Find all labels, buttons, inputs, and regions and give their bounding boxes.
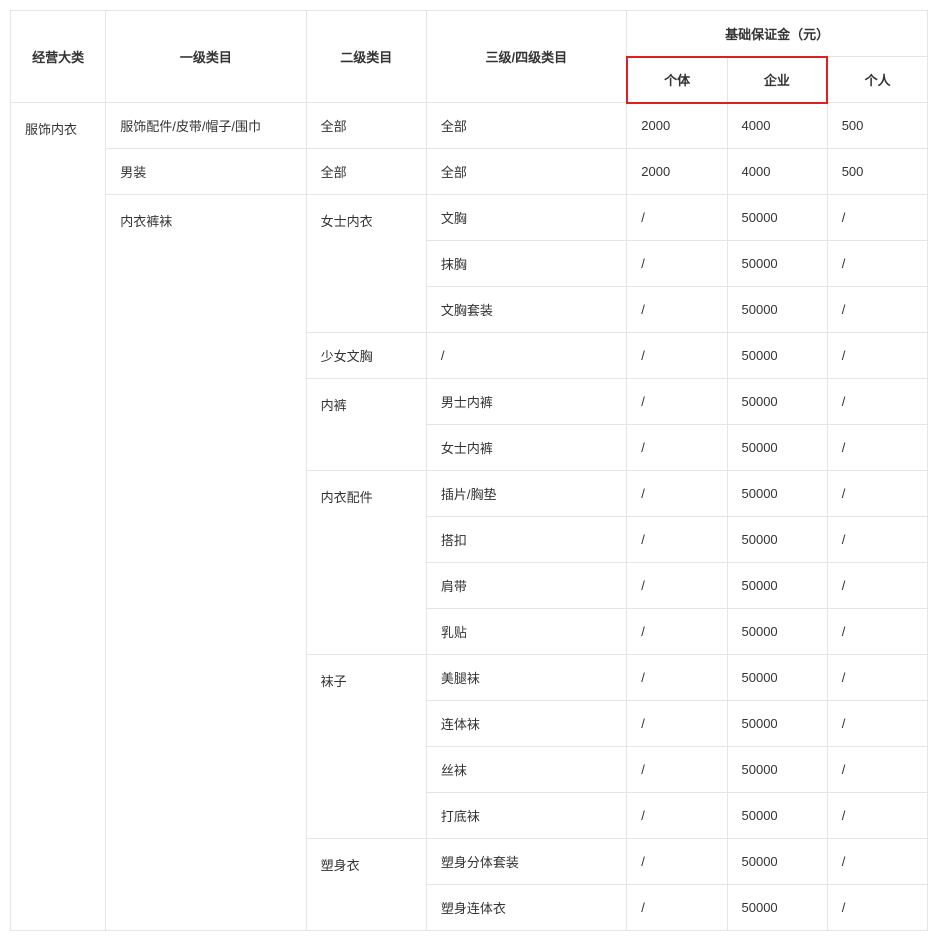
cell-p3: / xyxy=(827,333,927,379)
cell-p3: / xyxy=(827,379,927,425)
cell-third: 文胸 xyxy=(426,195,626,241)
cell-p2: 50000 xyxy=(727,839,827,885)
cell-third: 搭扣 xyxy=(426,517,626,563)
cell-p3: 500 xyxy=(827,149,927,195)
header-primary: 一级类目 xyxy=(106,11,306,103)
cell-p1: / xyxy=(627,839,727,885)
cell-p3: / xyxy=(827,517,927,563)
cell-p1: / xyxy=(627,885,727,931)
cell-primary: 服饰配件/皮带/帽子/围巾 xyxy=(106,103,306,149)
cell-p1: / xyxy=(627,195,727,241)
header-sub-enterprise: 企业 xyxy=(727,57,827,103)
cell-p3: / xyxy=(827,195,927,241)
header-deposit-group: 基础保证金（元） xyxy=(627,11,928,57)
cell-p3: / xyxy=(827,425,927,471)
cell-second: 全部 xyxy=(306,149,426,195)
cell-p1: 2000 xyxy=(627,103,727,149)
cell-third: 文胸套装 xyxy=(426,287,626,333)
cell-p3: / xyxy=(827,747,927,793)
cell-p2: 4000 xyxy=(727,103,827,149)
cell-third: 连体袜 xyxy=(426,701,626,747)
cell-third: 丝袜 xyxy=(426,747,626,793)
cell-p2: 50000 xyxy=(727,563,827,609)
cell-second: 女士内衣 xyxy=(306,195,426,333)
cell-primary: 男装 xyxy=(106,149,306,195)
cell-p2: 50000 xyxy=(727,655,827,701)
cell-p3: / xyxy=(827,241,927,287)
deposit-table: 经营大类 一级类目 二级类目 三级/四级类目 基础保证金（元） 个体 企业 个人… xyxy=(10,10,928,931)
cell-p2: 50000 xyxy=(727,747,827,793)
cell-p2: 50000 xyxy=(727,885,827,931)
cell-p1: / xyxy=(627,747,727,793)
table-row: 服饰内衣服饰配件/皮带/帽子/围巾全部全部20004000500 xyxy=(11,103,928,149)
cell-p1: / xyxy=(627,793,727,839)
cell-second: 内衣配件 xyxy=(306,471,426,655)
cell-second: 袜子 xyxy=(306,655,426,839)
cell-p2: 50000 xyxy=(727,471,827,517)
header-third: 三级/四级类目 xyxy=(426,11,626,103)
cell-p3: / xyxy=(827,563,927,609)
cell-p3: / xyxy=(827,287,927,333)
cell-third: 打底袜 xyxy=(426,793,626,839)
table-row: 内衣裤袜女士内衣文胸/50000/ xyxy=(11,195,928,241)
table-row: 男装全部全部20004000500 xyxy=(11,149,928,195)
cell-p3: / xyxy=(827,609,927,655)
cell-p3: / xyxy=(827,793,927,839)
cell-p1: / xyxy=(627,379,727,425)
cell-p1: / xyxy=(627,701,727,747)
cell-third: 插片/胸垫 xyxy=(426,471,626,517)
cell-p2: 50000 xyxy=(727,379,827,425)
cell-p1: / xyxy=(627,241,727,287)
cell-p1: / xyxy=(627,609,727,655)
header-row-1: 经营大类 一级类目 二级类目 三级/四级类目 基础保证金（元） xyxy=(11,11,928,57)
cell-second: 内裤 xyxy=(306,379,426,471)
cell-p2: 50000 xyxy=(727,609,827,655)
cell-third: 乳贴 xyxy=(426,609,626,655)
cell-third: 全部 xyxy=(426,149,626,195)
cell-p2: 50000 xyxy=(727,701,827,747)
cell-third: 男士内裤 xyxy=(426,379,626,425)
cell-p2: 50000 xyxy=(727,793,827,839)
cell-p2: 50000 xyxy=(727,333,827,379)
cell-p1: / xyxy=(627,563,727,609)
cell-p3: / xyxy=(827,655,927,701)
cell-p3: / xyxy=(827,471,927,517)
cell-p2: 50000 xyxy=(727,425,827,471)
cell-p1: / xyxy=(627,425,727,471)
cell-p1: 2000 xyxy=(627,149,727,195)
cell-p1: / xyxy=(627,333,727,379)
cell-p2: 50000 xyxy=(727,517,827,563)
table-body: 服饰内衣服饰配件/皮带/帽子/围巾全部全部20004000500男装全部全部20… xyxy=(11,103,928,931)
cell-p3: / xyxy=(827,839,927,885)
cell-p1: / xyxy=(627,517,727,563)
cell-third: 塑身分体套装 xyxy=(426,839,626,885)
cell-third: 全部 xyxy=(426,103,626,149)
header-sub-individual-biz: 个体 xyxy=(627,57,727,103)
cell-p3: / xyxy=(827,885,927,931)
cell-p2: 4000 xyxy=(727,149,827,195)
cell-second: 塑身衣 xyxy=(306,839,426,931)
cell-p2: 50000 xyxy=(727,287,827,333)
cell-p1: / xyxy=(627,287,727,333)
header-sub-personal: 个人 xyxy=(827,57,927,103)
cell-p1: / xyxy=(627,471,727,517)
cell-p3: / xyxy=(827,701,927,747)
cell-third: 抹胸 xyxy=(426,241,626,287)
cell-p2: 50000 xyxy=(727,195,827,241)
header-major: 经营大类 xyxy=(11,11,106,103)
cell-p2: 50000 xyxy=(727,241,827,287)
cell-p3: 500 xyxy=(827,103,927,149)
cell-second: 少女文胸 xyxy=(306,333,426,379)
header-second: 二级类目 xyxy=(306,11,426,103)
cell-third: 塑身连体衣 xyxy=(426,885,626,931)
cell-major: 服饰内衣 xyxy=(11,103,106,931)
cell-second: 全部 xyxy=(306,103,426,149)
cell-primary: 内衣裤袜 xyxy=(106,195,306,931)
cell-third: / xyxy=(426,333,626,379)
cell-third: 女士内裤 xyxy=(426,425,626,471)
cell-third: 美腿袜 xyxy=(426,655,626,701)
cell-p1: / xyxy=(627,655,727,701)
cell-third: 肩带 xyxy=(426,563,626,609)
